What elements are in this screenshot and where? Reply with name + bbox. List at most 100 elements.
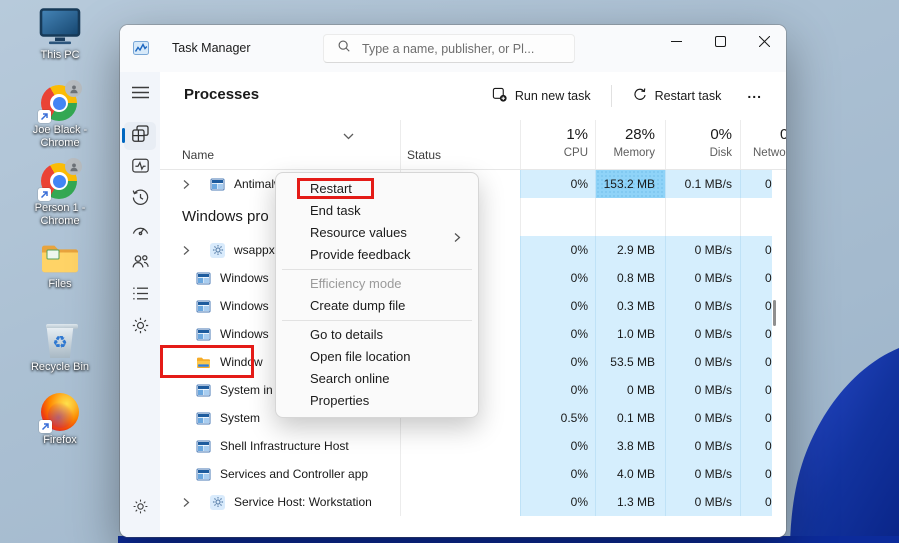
titlebar: Task Manager bbox=[120, 25, 786, 72]
sidebar-item-users[interactable] bbox=[120, 248, 160, 280]
window-controls bbox=[654, 25, 786, 57]
disk-cell: 0.1 MB/s bbox=[665, 170, 740, 198]
desktop-icon-label: Joe Black - Chrome bbox=[14, 124, 106, 150]
network-cell: 0 bbox=[740, 292, 772, 320]
expand-chevron-icon[interactable] bbox=[182, 245, 196, 256]
memory-cell: 53.5 MB bbox=[595, 348, 665, 376]
processes-icon bbox=[131, 124, 150, 148]
desktop-icon-label: Person 1 - Chrome bbox=[14, 202, 106, 228]
cpu-cell: 0% bbox=[520, 320, 595, 348]
cpu-cell: 0% bbox=[520, 376, 595, 404]
sidebar-item-processes[interactable] bbox=[120, 120, 160, 152]
desktop-icon-firefox[interactable]: Firefox bbox=[0, 393, 120, 447]
more-options-button[interactable]: ... bbox=[739, 85, 770, 107]
desktop-icon-recycle-bin[interactable]: ♻Recycle Bin bbox=[0, 320, 120, 374]
restart-task-label: Restart task bbox=[655, 89, 722, 103]
search-icon bbox=[337, 39, 351, 58]
sidebar bbox=[120, 72, 160, 537]
services-icon bbox=[131, 316, 150, 340]
sort-chevron-down-icon bbox=[343, 127, 354, 145]
network-cell: 0 bbox=[740, 170, 772, 198]
search-input[interactable] bbox=[362, 42, 562, 56]
column-header-name[interactable]: Name bbox=[182, 148, 214, 162]
sidebar-item-app-history[interactable] bbox=[120, 184, 160, 216]
menu-item-open-file-location[interactable]: Open file location bbox=[281, 346, 473, 368]
column-header-network[interactable]: 0%Network bbox=[753, 120, 786, 170]
disk-cell: 0 MB/s bbox=[665, 236, 740, 264]
cpu-cell: 0% bbox=[520, 432, 595, 460]
status-cell bbox=[400, 460, 520, 488]
menu-item-provide-feedback[interactable]: Provide feedback bbox=[281, 244, 473, 266]
disk-cell: 0 MB/s bbox=[665, 264, 740, 292]
search-box[interactable] bbox=[323, 34, 575, 63]
shortcut-arrow-icon bbox=[38, 110, 51, 123]
expand-chevron-icon[interactable] bbox=[182, 497, 196, 508]
recycle-symbol-icon: ♻ bbox=[52, 335, 67, 352]
app-window-icon bbox=[196, 467, 211, 482]
disk-cell: 0 MB/s bbox=[665, 348, 740, 376]
sidebar-item-details[interactable] bbox=[120, 280, 160, 312]
sidebar-item-settings[interactable] bbox=[120, 493, 160, 525]
app-history-icon bbox=[131, 188, 150, 212]
process-name: Shell Infrastructure Host bbox=[220, 439, 349, 453]
menu-separator bbox=[282, 320, 472, 321]
performance-icon bbox=[131, 156, 150, 180]
navigation-menu-button[interactable] bbox=[120, 78, 160, 112]
sidebar-item-performance[interactable] bbox=[120, 152, 160, 184]
process-name: Windows bbox=[220, 327, 269, 341]
process-name: Service Host: Workstation bbox=[234, 495, 372, 509]
page-title: Processes bbox=[184, 86, 259, 103]
disk-cell: 0 MB/s bbox=[665, 292, 740, 320]
menu-item-properties[interactable]: Properties bbox=[281, 390, 473, 412]
table-row[interactable]: Services and Controller app0%4.0 MB0 MB/… bbox=[160, 460, 786, 488]
network-cell: 0 bbox=[740, 460, 772, 488]
cpu-cell: 0% bbox=[520, 236, 595, 264]
desktop-icon-chrome-joe[interactable]: Joe Black - Chrome bbox=[0, 83, 120, 150]
network-cell: 0 bbox=[740, 236, 772, 264]
close-button[interactable] bbox=[742, 25, 786, 57]
expand-chevron-icon[interactable] bbox=[182, 179, 196, 190]
menu-item-create-dump-file[interactable]: Create dump file bbox=[281, 295, 473, 317]
menu-item-resource-values[interactable]: Resource values bbox=[281, 222, 473, 244]
column-header-cpu[interactable]: 1%CPU bbox=[520, 120, 588, 170]
bloom-bottom-strip bbox=[118, 536, 899, 543]
disk-cell: 0 MB/s bbox=[665, 460, 740, 488]
restart-task-button[interactable]: Restart task bbox=[624, 81, 730, 111]
disk-cell: 0 MB/s bbox=[665, 376, 740, 404]
desktop-icon-this-pc[interactable]: This PC bbox=[0, 8, 120, 62]
startup-apps-icon bbox=[131, 220, 150, 244]
disk-cell: 0 MB/s bbox=[665, 432, 740, 460]
run-new-task-button[interactable]: Run new task bbox=[484, 81, 599, 111]
cpu-cell: 0% bbox=[520, 488, 595, 516]
cpu-cell: 0.5% bbox=[520, 404, 595, 432]
column-header-memory[interactable]: 28%Memory bbox=[595, 120, 655, 170]
menu-item-end-task[interactable]: End task bbox=[281, 200, 473, 222]
menu-item-search-online[interactable]: Search online bbox=[281, 368, 473, 390]
minimize-button[interactable] bbox=[654, 25, 698, 57]
process-name: Windows bbox=[220, 271, 269, 285]
column-header-status[interactable]: Status bbox=[407, 148, 441, 162]
cpu-cell: 0% bbox=[520, 348, 595, 376]
window-title: Task Manager bbox=[172, 41, 251, 55]
context-menu: RestartEnd taskResource valuesProvide fe… bbox=[275, 172, 479, 418]
desktop-icon-label: Files bbox=[48, 278, 71, 291]
network-cell: 0 bbox=[740, 432, 772, 460]
bloom-petal bbox=[790, 348, 899, 543]
sidebar-item-services[interactable] bbox=[120, 312, 160, 344]
sidebar-item-startup-apps[interactable] bbox=[120, 216, 160, 248]
cpu-cell: 0% bbox=[520, 292, 595, 320]
table-row[interactable]: Service Host: Workstation0%1.3 MB0 MB/s0 bbox=[160, 488, 786, 516]
app-window-icon bbox=[196, 383, 211, 398]
table-row[interactable]: Shell Infrastructure Host0%3.8 MB0 MB/s0 bbox=[160, 432, 786, 460]
maximize-button[interactable] bbox=[698, 25, 742, 57]
network-cell: 0 bbox=[740, 320, 772, 348]
vertical-scrollbar[interactable] bbox=[773, 300, 776, 326]
app-window-icon bbox=[196, 271, 211, 286]
network-cell: 0 bbox=[740, 348, 772, 376]
column-header-disk[interactable]: 0%Disk bbox=[665, 120, 732, 170]
gear-icon bbox=[210, 495, 225, 510]
desktop-icon-chrome-p1[interactable]: Person 1 - Chrome bbox=[0, 161, 120, 228]
menu-item-go-to-details[interactable]: Go to details bbox=[281, 324, 473, 346]
app-window-icon bbox=[196, 439, 211, 454]
desktop-icon-files[interactable]: Files bbox=[0, 242, 120, 291]
